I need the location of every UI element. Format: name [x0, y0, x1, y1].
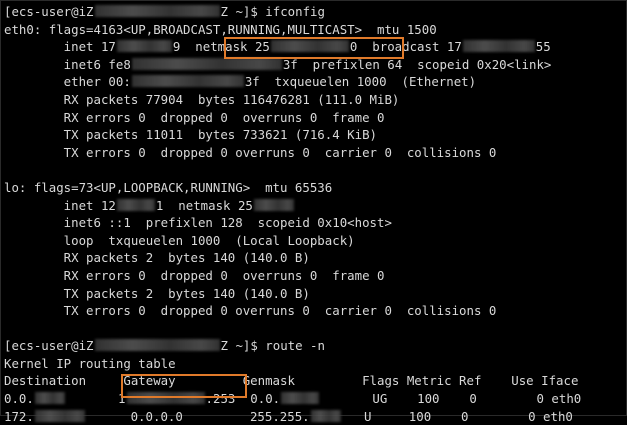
terminal-text: 1 netmask 25 [155, 197, 253, 213]
terminal-text: RX packets 77904 bytes 116476281 (111.0 … [4, 91, 400, 107]
terminal-line: 0.0. 1 .253 0.0. UG 100 0 0 eth0 [4, 390, 626, 408]
terminal-line: [ecs-user@iZ Z ~]$ route -n [4, 337, 626, 355]
terminal-text: Kernel IP routing table [4, 355, 176, 371]
terminal-line: ether 00: 3f txqueuelen 1000 (Ethernet) [4, 73, 626, 91]
terminal-line: TX errors 0 dropped 0 overruns 0 carrier… [4, 144, 626, 162]
terminal-text: 1 [65, 391, 126, 407]
terminal-text: TX packets 2 bytes 140 (140.0 B) [4, 285, 310, 301]
terminal-text: TX packets 11011 bytes 733621 (716.4 KiB… [4, 127, 377, 143]
terminal-line: RX errors 0 dropped 0 overruns 0 frame 0 [4, 267, 626, 285]
terminal-text: 3f txqueuelen 1000 (Ethernet) [244, 74, 477, 90]
redacted-text [281, 392, 320, 405]
terminal-text: 0.0.0.0 255.255. [85, 408, 310, 424]
terminal-text: RX packets 2 bytes 140 (140.0 B) [4, 250, 310, 266]
terminal-text: TX errors 0 dropped 0 overruns 0 carrier… [4, 303, 497, 319]
terminal-line: RX packets 2 bytes 140 (140.0 B) [4, 249, 626, 267]
redacted-text [116, 198, 155, 211]
terminal-text: 0.0. [4, 391, 34, 407]
redacted-text [253, 198, 294, 211]
terminal-text: Destination Gateway Genmask Flags Metric… [4, 373, 579, 389]
terminal-text: ether 00: [4, 74, 131, 90]
terminal-text: TX errors 0 dropped 0 overruns 0 carrier… [4, 144, 497, 160]
terminal-line: inet6 ::1 prefixlen 128 scopeid 0x10<hos… [4, 214, 626, 232]
terminal-line: inet6 fe8 3f prefixlen 64 scopeid 0x20<li… [4, 56, 626, 74]
terminal-text: 3f prefixlen 64 scopeid 0x20<link> [282, 56, 552, 72]
terminal-text: inet 17 [4, 39, 116, 55]
terminal-text: eth0: flags=4163<UP,BROADCAST,RUNNING,MU… [4, 21, 437, 37]
terminal-text: RX errors 0 dropped 0 overruns 0 frame 0 [4, 267, 385, 283]
terminal-text: Z ~]$ ifconfig [220, 4, 325, 19]
terminal-window[interactable]: [ecs-user@iZ Z ~]$ ifconfig eth0: flags=41… [0, 0, 627, 424]
terminal-text: .253 0.0. [205, 391, 281, 407]
terminal-line: Destination Gateway Genmask Flags Metric… [4, 372, 626, 390]
terminal-line: loop txqueuelen 1000 (Local Loopback) [4, 232, 626, 250]
terminal-line: eth0: flags=4163<UP,BROADCAST,RUNNING,MU… [4, 21, 626, 39]
terminal-text: inet6 fe8 [4, 56, 131, 72]
redacted-text [270, 40, 349, 53]
terminal-line: 172. 0.0.0.0 255.255. U 100 0 0 eth0 [4, 408, 626, 425]
terminal-text: 55 [535, 39, 551, 55]
terminal-line: RX errors 0 dropped 0 overruns 0 frame 0 [4, 109, 626, 127]
terminal-line: lo: flags=73<UP,LOOPBACK,RUNNING> mtu 65… [4, 179, 626, 197]
terminal-text: UG 100 0 0 eth0 [320, 391, 582, 407]
terminal-text: [ecs-user@iZ [4, 4, 94, 19]
terminal-text: 172. [4, 408, 34, 424]
redacted-text [131, 75, 244, 88]
terminal-line: TX packets 11011 bytes 733621 (716.4 KiB… [4, 126, 626, 144]
terminal-text: 0 broadcast 17 [349, 39, 462, 55]
terminal-text: [ecs-user@iZ [4, 338, 94, 354]
terminal-text: U 100 0 0 eth0 [341, 408, 573, 424]
terminal-text: Z ~]$ route -n [220, 338, 325, 354]
terminal-text: inet6 ::1 prefixlen 128 scopeid 0x10<hos… [4, 215, 392, 231]
terminal-line: inet 17 9 netmask 25 0 broadcast 17 55 [4, 38, 626, 56]
redacted-text [126, 392, 205, 405]
terminal-output: [ecs-user@iZ Z ~]$ ifconfig eth0: flags=41… [4, 3, 626, 425]
terminal-line: RX packets 77904 bytes 116476281 (111.0 … [4, 91, 626, 109]
terminal-line: TX errors 0 dropped 0 overruns 0 carrier… [4, 302, 626, 320]
terminal-line: [ecs-user@iZ Z ~]$ ifconfig [4, 3, 626, 21]
redacted-text [94, 339, 220, 352]
terminal-line: inet 12 1 netmask 25 [4, 197, 626, 215]
terminal-line: Kernel IP routing table [4, 355, 626, 373]
terminal-text: inet 12 [4, 197, 116, 213]
redacted-text [34, 392, 65, 405]
terminal-text: loop txqueuelen 1000 (Local Loopback) [4, 232, 355, 248]
terminal-text: lo: flags=73<UP,LOOPBACK,RUNNING> mtu 65… [4, 179, 333, 195]
redacted-text [131, 57, 282, 70]
redacted-text [462, 40, 535, 53]
redacted-text [94, 5, 220, 17]
redacted-text [116, 40, 172, 53]
terminal-text: 9 netmask 25 [172, 39, 270, 55]
terminal-line: TX packets 2 bytes 140 (140.0 B) [4, 285, 626, 303]
terminal-text: RX errors 0 dropped 0 overruns 0 frame 0 [4, 109, 385, 125]
